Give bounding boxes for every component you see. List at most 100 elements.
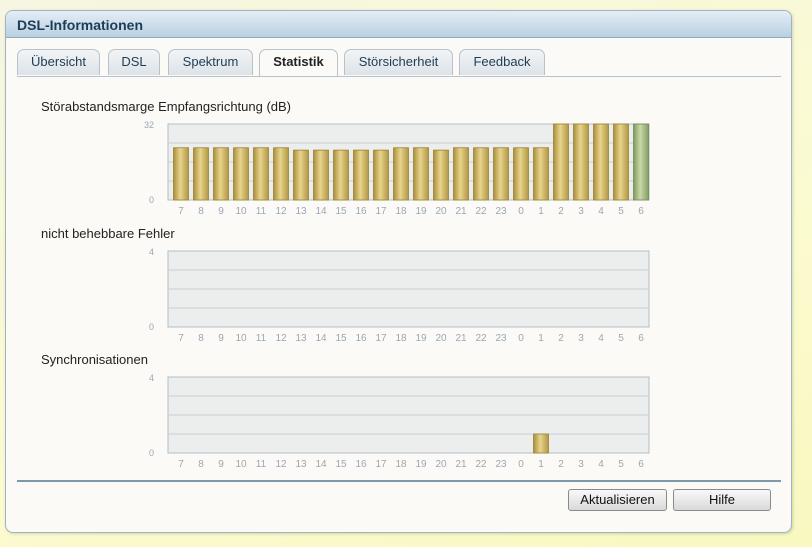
- x-tick-label: 21: [455, 459, 467, 470]
- x-tick-label: 0: [518, 459, 524, 470]
- x-tick-label: 13: [295, 206, 307, 217]
- tab-stoersicherheit[interactable]: Störsicherheit: [344, 49, 453, 75]
- x-tick-label: 6: [638, 206, 644, 217]
- x-tick-label: 2: [558, 206, 564, 217]
- y-tick-label: 0: [149, 322, 154, 332]
- x-tick-label: 16: [355, 206, 367, 217]
- x-tick-label: 0: [518, 333, 524, 344]
- x-tick-label: 17: [375, 206, 387, 217]
- tab-statistik[interactable]: Statistik: [259, 49, 338, 77]
- x-tick-label: 7: [178, 459, 184, 470]
- bar: [313, 149, 329, 201]
- x-tick-label: 1: [538, 459, 544, 470]
- x-tick-label: 20: [435, 459, 447, 470]
- chart-title-snr: Störabstandsmarge Empfangsrichtung (dB): [41, 99, 292, 114]
- x-tick-label: 18: [395, 459, 407, 470]
- x-tick-label: 21: [455, 333, 467, 344]
- bar: [553, 123, 569, 201]
- snr-margin-chart: 3207 8 9 10 11 12 13 14 15 16 17 18 19 20 21 22 23 0 1 2 3 4 5…: [144, 120, 650, 217]
- bar: [413, 147, 429, 201]
- x-tick-label: 14: [315, 459, 327, 470]
- x-tick-label: 2: [558, 333, 564, 344]
- x-tick-label: 8: [198, 206, 204, 217]
- x-tick-label: 4: [598, 206, 604, 217]
- tab-spektrum[interactable]: Spektrum: [168, 49, 253, 75]
- x-tick-label: 22: [475, 333, 487, 344]
- x-tick-label: 23: [495, 333, 507, 344]
- x-tick-label: 15: [335, 333, 347, 344]
- bar: [513, 147, 529, 201]
- bar: [213, 147, 229, 201]
- x-tick-label: 4: [598, 333, 604, 344]
- x-tick-label: 10: [235, 333, 247, 344]
- y-tick-label: 4: [149, 373, 154, 383]
- x-tick-label: 8: [198, 333, 204, 344]
- bar: [333, 149, 349, 201]
- x-tick-label: 10: [235, 459, 247, 470]
- panel-title: DSL-Informationen: [6, 11, 791, 38]
- x-tick-label: 14: [315, 333, 327, 344]
- x-tick-label: 12: [275, 206, 287, 217]
- refresh-button[interactable]: Aktualisieren: [568, 489, 667, 511]
- x-tick-label: 17: [375, 459, 387, 470]
- statistics-content: Störabstandsmarge Empfangsrichtung (dB) …: [17, 76, 781, 481]
- bar: [613, 123, 629, 201]
- x-tick-label: 19: [415, 459, 427, 470]
- x-tick-label: 0: [518, 206, 524, 217]
- tab-feedback[interactable]: Feedback: [459, 49, 545, 75]
- x-tick-label: 23: [495, 206, 507, 217]
- bar: [233, 147, 249, 201]
- x-tick-label: 5: [618, 333, 624, 344]
- x-tick-label: 20: [435, 206, 447, 217]
- dsl-info-panel: DSL-Informationen Übersicht DSL Spektrum…: [5, 10, 792, 533]
- bar: [253, 147, 269, 201]
- bar: [393, 147, 409, 201]
- x-tick-label: 19: [415, 206, 427, 217]
- x-tick-label: 9: [218, 333, 224, 344]
- chart-title-errors: nicht behebbare Fehler: [41, 226, 175, 241]
- bar: [193, 147, 209, 201]
- x-tick-label: 3: [578, 206, 584, 217]
- x-tick-label: 9: [218, 206, 224, 217]
- x-tick-label: 1: [538, 206, 544, 217]
- x-tick-label: 1: [538, 333, 544, 344]
- bar: [293, 149, 309, 201]
- bar: [433, 149, 449, 201]
- bar: [373, 149, 389, 201]
- x-tick-label: 17: [375, 333, 387, 344]
- x-tick-label: 16: [355, 333, 367, 344]
- bar: [493, 147, 509, 201]
- x-tick-label: 7: [178, 333, 184, 344]
- x-tick-label: 22: [475, 459, 487, 470]
- tab-dsl[interactable]: DSL: [108, 49, 160, 75]
- chart-title-syncs: Synchronisationen: [41, 352, 148, 367]
- x-tick-label: 2: [558, 459, 564, 470]
- x-tick-label: 18: [395, 333, 407, 344]
- y-tick-label: 4: [149, 247, 154, 257]
- tab-uebersicht[interactable]: Übersicht: [17, 49, 100, 75]
- x-tick-label: 6: [638, 459, 644, 470]
- x-tick-label: 11: [256, 333, 267, 344]
- bar: [173, 147, 189, 201]
- x-tick-label: 5: [618, 459, 624, 470]
- footer-divider: [17, 480, 781, 482]
- bar: [353, 149, 369, 201]
- bar: [573, 123, 589, 201]
- bar: [533, 433, 549, 454]
- bar: [593, 123, 609, 201]
- x-tick-label: 15: [335, 459, 347, 470]
- help-button[interactable]: Hilfe: [673, 489, 771, 511]
- bar: [273, 147, 289, 201]
- x-tick-label: 4: [598, 459, 604, 470]
- synchronizations-chart: 407 8 9 10 11 12 13 14 15 16 17 18 19 20 21 22 23 0 1 2 3 4 5 6: [149, 373, 650, 470]
- x-tick-label: 7: [178, 206, 184, 217]
- y-tick-label: 0: [149, 448, 154, 458]
- x-tick-label: 13: [295, 333, 307, 344]
- x-tick-label: 11: [256, 206, 267, 217]
- bar: [473, 147, 489, 201]
- x-tick-label: 16: [355, 459, 367, 470]
- x-tick-label: 10: [235, 206, 247, 217]
- x-tick-label: 12: [275, 333, 287, 344]
- x-tick-label: 22: [475, 206, 487, 217]
- y-tick-label: 32: [144, 120, 154, 130]
